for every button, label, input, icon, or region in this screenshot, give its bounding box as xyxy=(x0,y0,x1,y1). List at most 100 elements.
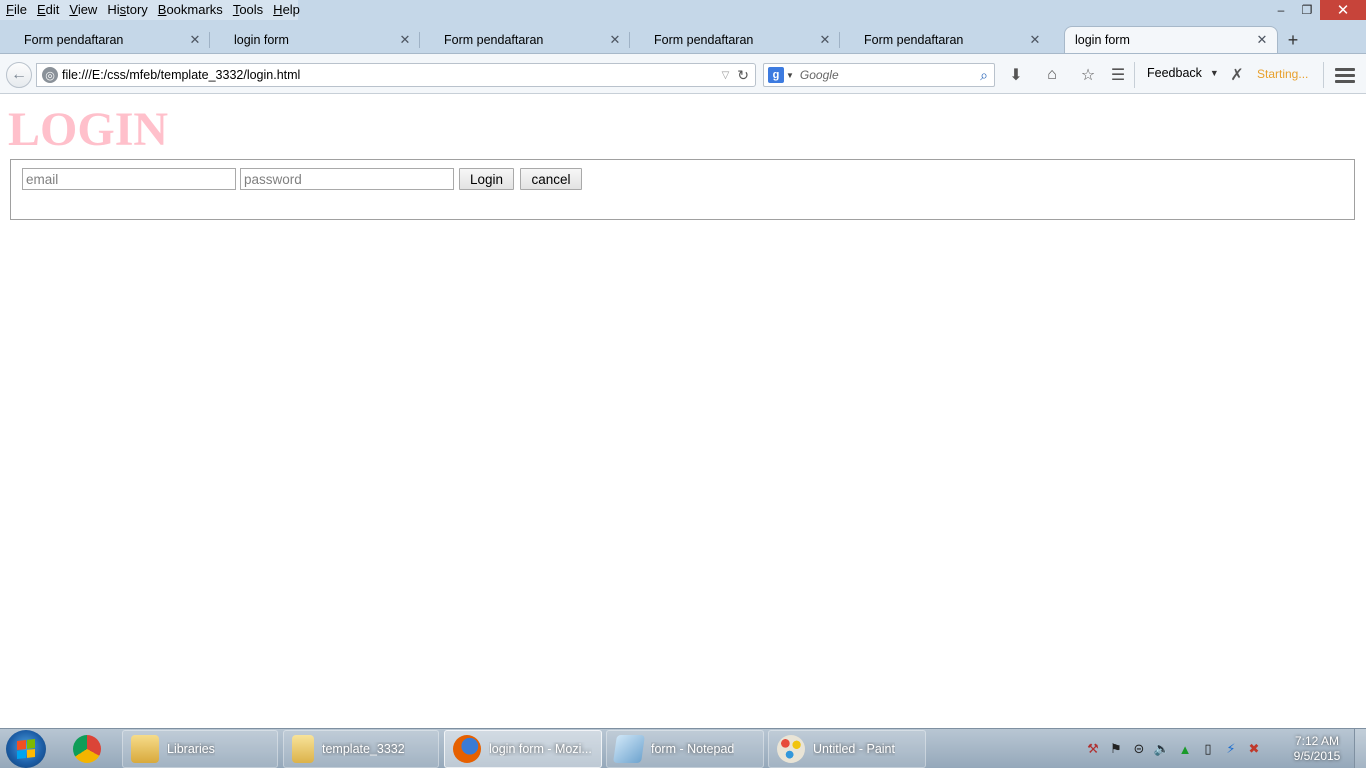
cancel-button[interactable]: cancel xyxy=(520,168,582,190)
tab-close-icon[interactable]: ✕ xyxy=(1028,32,1042,47)
download-arrow-icon[interactable]: ⬇ xyxy=(1005,65,1027,85)
taskbar-paint[interactable]: Untitled - Paint xyxy=(768,730,926,768)
taskbar-label: Untitled - Paint xyxy=(813,742,895,756)
tab-label: Form pendaftaran xyxy=(24,32,124,47)
start-button[interactable] xyxy=(6,730,46,768)
login-form: Login cancel xyxy=(10,159,1355,220)
windows-logo-icon xyxy=(17,739,35,759)
login-button[interactable]: Login xyxy=(459,168,514,190)
bookmarks-list-icon[interactable]: ☰ xyxy=(1107,65,1129,85)
tab-form-pendaftaran-3[interactable]: Form pendaftaran ✕ xyxy=(630,26,840,53)
window-controls: – ❐ ✕ xyxy=(1268,0,1366,20)
feedback-button[interactable]: Feedback ▼ xyxy=(1147,66,1219,80)
chrome-icon xyxy=(73,735,101,763)
tab-label: Form pendaftaran xyxy=(444,32,544,47)
clock-date: 9/5/2015 xyxy=(1293,749,1341,763)
tab-label: Form pendaftaran xyxy=(864,32,964,47)
feedback-label: Feedback xyxy=(1147,66,1202,80)
hamburger-line xyxy=(1335,67,1355,71)
connection-icon[interactable]: ⊝ xyxy=(1131,741,1147,757)
firefox-icon xyxy=(453,735,481,763)
tab-close-icon[interactable]: ✕ xyxy=(188,32,202,47)
network-tool-icon[interactable]: ⚒ xyxy=(1085,741,1101,757)
clock-time: 7:12 AM xyxy=(1294,734,1340,748)
tab-label: login form xyxy=(1075,33,1130,47)
paint-icon xyxy=(777,735,805,763)
taskbar-notepad[interactable]: form - Notepad xyxy=(606,730,764,768)
tab-label: Form pendaftaran xyxy=(654,32,754,47)
menu-tools[interactable]: Tools xyxy=(228,0,268,20)
page-content: LOGIN Login cancel xyxy=(0,94,1366,728)
tab-close-icon[interactable]: ✕ xyxy=(608,32,622,47)
toolbar-separator xyxy=(1323,62,1324,88)
search-input[interactable] xyxy=(799,68,981,82)
back-arrow-icon: ← xyxy=(11,66,27,83)
menu-history[interactable]: History xyxy=(102,0,152,20)
tab-strip: Form pendaftaran ✕ login form ✕ Form pen… xyxy=(0,24,1366,53)
taskbar-label: Libraries xyxy=(167,742,215,756)
menu-bar: File Edit View History Bookmarks Tools H… xyxy=(0,0,300,20)
taskbar-libraries[interactable]: Libraries xyxy=(122,730,278,768)
battery-icon[interactable]: ▯ xyxy=(1200,741,1216,757)
search-bar[interactable]: g ▼ ⌕ xyxy=(763,63,995,87)
star-icon[interactable]: ☆ xyxy=(1077,65,1099,85)
url-text[interactable]: file:///E:/css/mfeb/template_3332/login.… xyxy=(62,68,722,82)
taskbar-clock[interactable]: 7:12 AM 9/5/2015 xyxy=(1284,734,1350,764)
password-field[interactable] xyxy=(240,168,454,190)
restore-button[interactable]: ❐ xyxy=(1294,0,1320,20)
url-bar[interactable]: ◎ file:///E:/css/mfeb/template_3332/logi… xyxy=(36,63,756,87)
hamburger-line xyxy=(1335,73,1355,77)
magnifier-icon[interactable]: ⌕ xyxy=(980,67,988,84)
menu-help[interactable]: Help xyxy=(268,0,305,20)
navigation-toolbar: ← ◎ file:///E:/css/mfeb/template_3332/lo… xyxy=(0,53,1366,94)
taskbar-label: form - Notepad xyxy=(651,742,735,756)
tab-form-pendaftaran-2[interactable]: Form pendaftaran ✕ xyxy=(420,26,630,53)
reload-icon[interactable]: ↻ xyxy=(737,67,749,84)
hamburger-menu-icon[interactable] xyxy=(1335,65,1355,85)
tab-close-icon[interactable]: ✕ xyxy=(1255,32,1269,47)
email-field[interactable] xyxy=(22,168,236,190)
window-titlebar: File Edit View History Bookmarks Tools H… xyxy=(0,0,1366,22)
engine-dropdown-icon[interactable]: ▼ xyxy=(786,71,794,80)
chevron-down-icon: ▼ xyxy=(1209,68,1219,78)
tab-login-form-1[interactable]: login form ✕ xyxy=(210,26,420,53)
taskbar-template-folder[interactable]: template_3332 xyxy=(283,730,439,768)
taskbar-firefox[interactable]: login form - Mozi... xyxy=(444,730,602,768)
show-desktop-button[interactable] xyxy=(1354,729,1366,768)
menu-bookmarks[interactable]: Bookmarks xyxy=(153,0,228,20)
status-text: Starting... xyxy=(1257,67,1309,81)
menu-view[interactable]: View xyxy=(64,0,102,20)
tab-form-pendaftaran-1[interactable]: Form pendaftaran ✕ xyxy=(0,26,210,53)
google-icon[interactable]: g xyxy=(768,67,784,83)
home-icon[interactable]: ⌂ xyxy=(1041,65,1063,85)
taskbar-label: template_3332 xyxy=(322,742,405,756)
addon-x-icon[interactable]: ✗ xyxy=(1226,65,1248,85)
hamburger-line xyxy=(1335,79,1355,83)
tab-label: login form xyxy=(234,32,289,47)
tab-close-icon[interactable]: ✕ xyxy=(398,32,412,47)
close-window-button[interactable]: ✕ xyxy=(1320,0,1366,20)
notepad-icon xyxy=(613,735,645,763)
back-button[interactable]: ← xyxy=(6,62,32,88)
menu-edit[interactable]: Edit xyxy=(32,0,64,20)
menu-file[interactable]: File xyxy=(1,0,32,20)
upload-arrow-icon[interactable]: ▲ xyxy=(1177,741,1193,757)
taskbar: Libraries template_3332 login form - Moz… xyxy=(0,728,1366,768)
taskbar-chrome[interactable] xyxy=(64,730,114,768)
minimize-button[interactable]: – xyxy=(1268,0,1294,20)
taskbar-label: login form - Mozi... xyxy=(489,742,592,756)
volume-icon[interactable]: 🔉 xyxy=(1154,741,1170,757)
history-dropdown-icon[interactable]: ▽ xyxy=(722,70,730,81)
system-tray: ⚒ ⚑ ⊝ 🔉 ▲ ▯ ⚡ ✖ xyxy=(1085,737,1262,761)
new-tab-button[interactable]: + xyxy=(1280,29,1306,51)
action-center-flag-icon[interactable]: ⚑ xyxy=(1108,741,1124,757)
tab-close-icon[interactable]: ✕ xyxy=(818,32,832,47)
page-title: LOGIN xyxy=(8,103,169,156)
tab-login-form-active[interactable]: login form ✕ xyxy=(1064,26,1278,53)
globe-icon[interactable]: ◎ xyxy=(42,67,58,83)
toolbar-separator xyxy=(1134,62,1135,88)
network-error-icon[interactable]: ✖ xyxy=(1246,741,1262,757)
power-bolt-icon[interactable]: ⚡ xyxy=(1223,741,1239,757)
tab-form-pendaftaran-4[interactable]: Form pendaftaran ✕ xyxy=(840,26,1050,53)
folder-icon xyxy=(292,735,314,763)
